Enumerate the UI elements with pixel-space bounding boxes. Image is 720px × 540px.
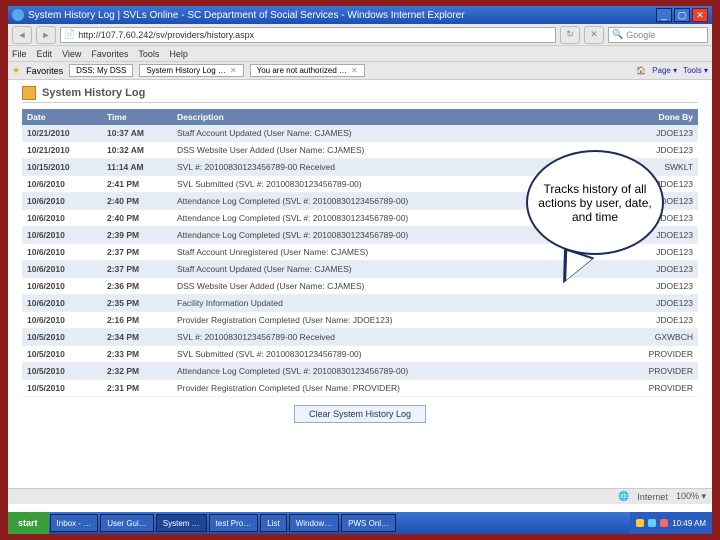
url: http://107.7.60.242/sv/providers/history…: [78, 30, 254, 40]
callout-text: Tracks history of all actions by user, d…: [538, 182, 652, 224]
home-icon[interactable]: 🏠: [636, 66, 646, 75]
col-doneby: Done By: [628, 109, 698, 125]
search-box[interactable]: 🔍 Google: [608, 27, 708, 43]
menu-edit[interactable]: Edit: [37, 49, 53, 59]
table-row: 10/6/20102:37 PMStaff Account Updated (U…: [22, 261, 698, 278]
favorites-bar: ★ Favorites DSS: My DSS System History L…: [8, 62, 712, 80]
page-title: System History Log: [42, 87, 145, 99]
table-row: 10/5/20102:33 PMSVL Submitted (SVL #: 20…: [22, 346, 698, 363]
clock: 10:49 AM: [672, 519, 706, 528]
taskbar-item[interactable]: Inbox - …: [50, 514, 99, 532]
close-button[interactable]: ✕: [692, 8, 708, 22]
minimize-button[interactable]: _: [656, 8, 672, 22]
table-row: 10/5/20102:34 PMSVL #: 20100830123456789…: [22, 329, 698, 346]
annotation-callout: Tracks history of all actions by user, d…: [526, 150, 664, 255]
nav-toolbar: ◄ ► 📄 http://107.7.60.242/sv/providers/h…: [8, 24, 712, 46]
tray-icon[interactable]: [660, 519, 668, 527]
forward-button[interactable]: ►: [36, 26, 56, 44]
page-menu[interactable]: Page ▾: [652, 66, 677, 75]
menu-file[interactable]: File: [12, 49, 27, 59]
table-row: 10/5/20102:32 PMAttendance Log Completed…: [22, 363, 698, 380]
menu-view[interactable]: View: [62, 49, 81, 59]
search-icon: 🔍: [612, 29, 623, 40]
browser-window: System History Log | SVLs Online - SC De…: [8, 6, 712, 512]
close-icon[interactable]: ✕: [351, 66, 358, 75]
stop-button[interactable]: ✕: [584, 26, 604, 44]
clear-history-button[interactable]: Clear System History Log: [294, 405, 426, 423]
tray-icon[interactable]: [648, 519, 656, 527]
start-button[interactable]: start: [8, 512, 49, 534]
taskbar-item[interactable]: User Gui…: [100, 514, 154, 532]
tools-menu[interactable]: Tools ▾: [683, 66, 708, 75]
address-bar[interactable]: 📄 http://107.7.60.242/sv/providers/histo…: [60, 27, 556, 43]
internet-zone-icon: 🌐: [618, 491, 629, 502]
close-icon[interactable]: ✕: [230, 66, 237, 75]
favorites-star-icon[interactable]: ★: [12, 65, 20, 76]
tab-mydss[interactable]: DSS: My DSS: [69, 64, 133, 77]
col-date: Date: [22, 109, 102, 125]
favorites-label[interactable]: Favorites: [26, 66, 63, 76]
back-button[interactable]: ◄: [12, 26, 32, 44]
ie-icon: [12, 9, 24, 21]
taskbar-item[interactable]: Window…: [289, 514, 339, 532]
tray-icon[interactable]: [636, 519, 644, 527]
table-row: 10/21/201010:37 AMStaff Account Updated …: [22, 125, 698, 142]
table-row: 10/6/20102:16 PMProvider Registration Co…: [22, 312, 698, 329]
windows-taskbar[interactable]: start Inbox - …User Gui…System …test Pro…: [8, 512, 712, 534]
taskbar-item[interactable]: System …: [156, 514, 207, 532]
table-row: 10/6/20102:36 PMDSS Website User Added (…: [22, 278, 698, 295]
table-row: 10/6/20102:35 PMFacility Information Upd…: [22, 295, 698, 312]
taskbar-item[interactable]: PWS Onl…: [341, 514, 396, 532]
taskbar-item[interactable]: test Pro…: [209, 514, 259, 532]
taskbar-item[interactable]: List: [260, 514, 286, 532]
log-icon: [22, 86, 36, 100]
menu-favorites[interactable]: Favorites: [91, 49, 128, 59]
page-content: System History Log Date Time Description…: [8, 80, 712, 488]
command-bar: 🏠 Page ▾ Tools ▾: [636, 66, 708, 75]
tab-not-authorized[interactable]: You are not authorized …✕: [250, 64, 365, 77]
internet-zone: Internet: [637, 492, 668, 502]
tab-system-history[interactable]: System History Log …✕: [139, 64, 243, 77]
titlebar[interactable]: System History Log | SVLs Online - SC De…: [8, 6, 712, 24]
menu-tools[interactable]: Tools: [138, 49, 159, 59]
maximize-button[interactable]: ▢: [674, 8, 690, 22]
refresh-button[interactable]: ↻: [560, 26, 580, 44]
page-header: System History Log: [22, 86, 698, 103]
page-icon: 📄: [64, 29, 75, 40]
zoom-level[interactable]: 100% ▾: [676, 491, 706, 502]
window-title: System History Log | SVLs Online - SC De…: [28, 10, 656, 21]
search-placeholder: Google: [626, 30, 655, 40]
system-tray[interactable]: 10:49 AM: [630, 512, 712, 534]
col-time: Time: [102, 109, 172, 125]
col-desc: Description: [172, 109, 628, 125]
ie-status-bar: 🌐 Internet 100% ▾: [8, 488, 712, 504]
menu-bar: File Edit View Favorites Tools Help: [8, 46, 712, 62]
table-row: 10/5/20102:31 PMProvider Registration Co…: [22, 380, 698, 397]
menu-help[interactable]: Help: [169, 49, 188, 59]
